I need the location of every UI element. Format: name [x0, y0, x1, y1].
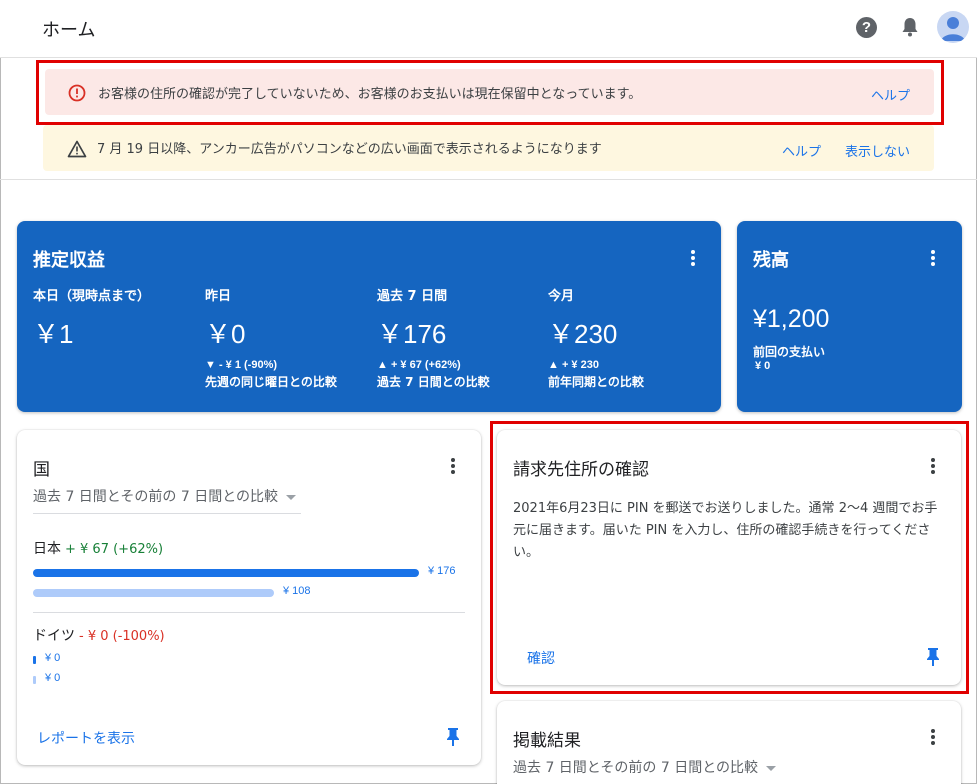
metric-label: 本日（現時点まで）: [33, 289, 151, 304]
compare-period-dropdown[interactable]: 過去 7 日間とその前の 7 日間との比較: [513, 757, 777, 777]
estimated-earnings-card: 推定収益 本日（現時点まで） ￥1 昨日 ￥0 ▼ - ¥ 1 (-90%) 先…: [17, 221, 721, 412]
country-name: 日本: [33, 541, 61, 557]
pin-icon[interactable]: [445, 727, 461, 747]
page-title: ホーム: [42, 20, 96, 41]
more-options-icon[interactable]: [925, 727, 941, 747]
card-title: 推定収益: [33, 250, 105, 271]
metric-value: ￥230: [548, 319, 618, 349]
card-title: 国: [33, 460, 50, 480]
metric-this-month: 今月 ￥230 ▲ + ¥ 230 前年同期との比較: [548, 285, 718, 390]
country-delta: + ¥ 67 (+62%): [65, 542, 164, 557]
country-card: 国 過去 7 日間とその前の 7 日間との比較 日本 + ¥ 67 (+62%) …: [17, 430, 481, 765]
anchor-ads-banner: 7 月 19 日以降、アンカー広告がパソコンなどの広い画面で表示されるようになり…: [43, 125, 934, 171]
metric-yesterday: 昨日 ￥0 ▼ - ¥ 1 (-90%) 先週の同じ曜日との比較: [205, 285, 375, 390]
performance-card: 掲載結果 過去 7 日間とその前の 7 日間との比較: [497, 701, 961, 784]
notifications-icon[interactable]: [900, 16, 920, 38]
previous-period-value: ¥ 0: [45, 672, 61, 684]
compare-period-dropdown[interactable]: 過去 7 日間とその前の 7 日間との比較: [33, 486, 297, 506]
country-delta: - ¥ 0 (-100%): [79, 629, 165, 644]
top-app-bar: ホーム ?: [0, 0, 977, 58]
metric-value: ￥1: [33, 319, 74, 349]
last-payment-label: 前回の支払い: [753, 345, 826, 359]
balance-card: 残高 ¥1,200 前回の支払い ¥ 0: [737, 221, 962, 412]
metric-delta: ▲ + ¥ 67 (+62%): [377, 359, 461, 371]
current-period-value: ¥ 0: [45, 652, 61, 664]
previous-period-bar: [33, 589, 274, 597]
card-title: 掲載結果: [513, 731, 581, 751]
avatar[interactable]: [937, 11, 969, 43]
previous-period-bar: [33, 676, 36, 684]
highlight-outline: [36, 60, 944, 125]
card-title: 残高: [753, 250, 789, 271]
current-period-bar: [33, 569, 419, 577]
metric-value: ￥176: [377, 319, 447, 349]
more-options-icon[interactable]: [925, 248, 941, 268]
anchor-ads-help-link[interactable]: ヘルプ: [782, 141, 821, 160]
metric-value: ￥0: [205, 319, 246, 349]
anchor-ads-message: 7 月 19 日以降、アンカー広告がパソコンなどの広い画面で表示されるようになり…: [97, 142, 602, 157]
more-options-icon[interactable]: [445, 456, 461, 476]
metric-label: 過去 7 日間: [377, 289, 448, 304]
divider: [33, 612, 465, 613]
balance-value: ¥1,200: [753, 305, 830, 333]
country-name: ドイツ: [33, 628, 75, 644]
view-report-link[interactable]: レポートを表示: [37, 728, 135, 748]
help-icon[interactable]: ?: [856, 17, 877, 38]
last-payment-value: ¥ 0: [755, 360, 771, 372]
metric-label: 今月: [548, 289, 575, 304]
metric-compare: 前年同期との比較: [548, 375, 644, 389]
metric-compare: 過去 7 日間との比較: [377, 375, 490, 389]
chevron-down-icon: [766, 765, 777, 771]
current-period-value: ¥ 176: [428, 565, 456, 577]
metric-delta: ▲ + ¥ 230: [548, 359, 599, 371]
metric-today: 本日（現時点まで） ￥1: [33, 285, 203, 351]
metric-delta: ▼ - ¥ 1 (-90%): [205, 359, 278, 371]
dismiss-button[interactable]: 表示しない: [845, 141, 910, 160]
country-row-japan[interactable]: 日本 + ¥ 67 (+62%): [33, 538, 163, 558]
chevron-down-icon: [286, 494, 297, 500]
warning-icon: [67, 140, 87, 158]
highlight-outline: [490, 421, 969, 694]
dropdown-label: 過去 7 日間とその前の 7 日間との比較: [513, 760, 759, 776]
previous-period-value: ¥ 108: [283, 585, 311, 597]
metric-label: 昨日: [205, 289, 232, 304]
metric-last-7-days: 過去 7 日間 ￥176 ▲ + ¥ 67 (+62%) 過去 7 日間との比較: [377, 285, 547, 390]
dropdown-label: 過去 7 日間とその前の 7 日間との比較: [33, 489, 279, 505]
country-row-germany[interactable]: ドイツ - ¥ 0 (-100%): [33, 625, 165, 645]
divider: [33, 513, 301, 514]
metric-compare: 先週の同じ曜日との比較: [205, 375, 337, 389]
current-period-bar: [33, 656, 36, 664]
more-options-icon[interactable]: [685, 248, 701, 268]
